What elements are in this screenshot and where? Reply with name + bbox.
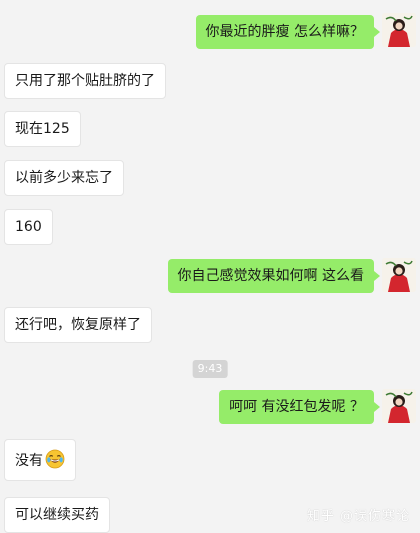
laughing-crying-emoji-icon: [45, 449, 65, 469]
outgoing-message-bubble[interactable]: 呵呵 有没红包发呢 ？: [219, 390, 380, 424]
user-avatar[interactable]: [382, 389, 416, 423]
watermark: 知乎 @误伤寒论: [306, 509, 410, 524]
message-row: 你自己感觉效果如何啊 这么看: [0, 258, 420, 294]
incoming-message-bubble[interactable]: 没有: [4, 439, 76, 481]
user-avatar[interactable]: [382, 13, 416, 47]
message-row: 还行吧，恢复原样了: [0, 307, 420, 343]
message-row: 呵呵 有没红包发呢 ？: [0, 389, 420, 425]
message-text: 没有: [15, 453, 43, 469]
message-row: 没有: [0, 439, 420, 481]
incoming-message-bubble[interactable]: 只用了那个贴肚脐的了: [4, 63, 166, 99]
incoming-message-bubble[interactable]: 以前多少来忘了: [4, 160, 124, 196]
user-avatar[interactable]: [382, 258, 416, 292]
timestamp-row: 9:43: [0, 359, 420, 379]
message-row: 你最近的胖瘦 怎么样嘛？: [0, 13, 420, 49]
incoming-message-bubble[interactable]: 可以继续买药: [4, 497, 110, 533]
message-row: 以前多少来忘了: [0, 160, 420, 196]
incoming-message-bubble[interactable]: 160: [4, 209, 53, 245]
incoming-message-bubble[interactable]: 还行吧，恢复原样了: [4, 307, 152, 343]
outgoing-message-bubble[interactable]: 你最近的胖瘦 怎么样嘛？: [195, 15, 381, 49]
message-row: 现在125: [0, 111, 420, 147]
message-row: 只用了那个贴肚脐的了: [0, 63, 420, 99]
message-row: 160: [0, 209, 420, 245]
message-timestamp: 9:43: [192, 360, 228, 378]
chat-window: 你最近的胖瘦 怎么样嘛？ 只用了那个贴肚脐的了 现在125 以前多少来忘了 16…: [0, 0, 420, 533]
outgoing-message-bubble[interactable]: 你自己感觉效果如何啊 这么看: [167, 259, 381, 293]
incoming-message-bubble[interactable]: 现在125: [4, 111, 81, 147]
